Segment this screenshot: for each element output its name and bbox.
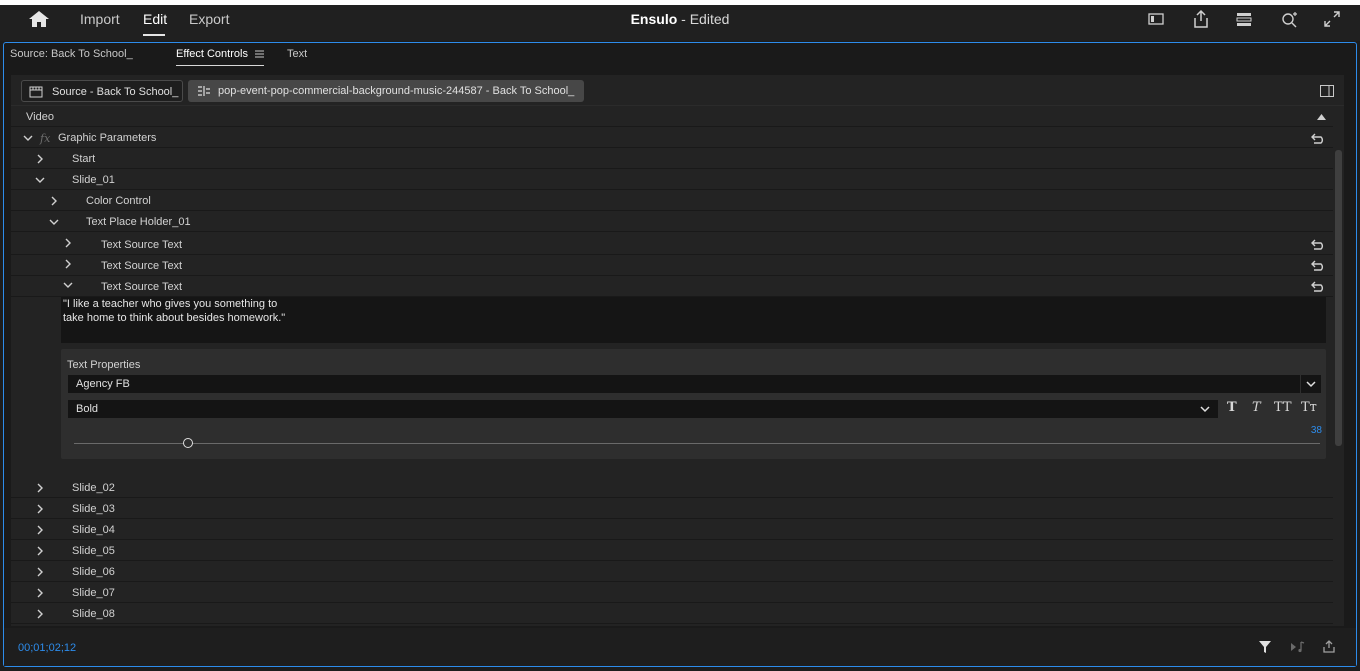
font-family-dropdown-button[interactable] [1301,375,1321,393]
font-size-value[interactable]: 38 [1306,425,1322,436]
row-slide-01-label: Slide_01 [72,174,115,186]
reset-icon[interactable] [1311,238,1327,250]
scroll-up-icon[interactable] [1317,114,1326,120]
export-frame-icon[interactable] [1322,640,1336,654]
tab-source[interactable]: Source: Back To School_ [10,48,133,60]
timecode[interactable]: 00;01;02;12 [18,642,76,654]
active-tab-underline [176,65,264,66]
chevron-right-icon[interactable] [63,238,73,248]
project-status: - Edited [681,11,730,27]
chevron-right-icon[interactable] [35,567,45,577]
row-color-control[interactable]: Color Control [11,191,1333,211]
section-video-label: Video [26,111,54,123]
chevron-right-icon[interactable] [35,609,45,619]
row-slide-01[interactable]: Slide_01 [11,170,1333,190]
chevron-right-icon[interactable] [35,154,45,164]
tab-effect-controls[interactable]: Effect Controls [176,48,248,60]
all-caps-button[interactable]: TT [1274,400,1292,415]
chevron-down-icon [1306,381,1316,388]
row-slide-02[interactable]: Slide_02 [11,478,1333,498]
row-source-text-3[interactable]: Text Source Text [11,277,1333,297]
effect-graphic-parameters[interactable]: fx Graphic Parameters [11,128,1333,148]
slide-label: Slide_02 [72,482,115,494]
row-slide-04[interactable]: Slide_04 [11,520,1333,540]
panel-tabs: Source: Back To School_ Effect Controls … [10,48,330,66]
chevron-right-icon[interactable] [35,546,45,556]
row-slide-06[interactable]: Slide_06 [11,562,1333,582]
sequence-clip-icon [198,86,210,96]
chevron-right-icon[interactable] [35,525,45,535]
slide-label: Slide_03 [72,503,115,515]
row-source-text-2-label: Text Source Text [101,260,183,272]
section-video: Video [11,107,1333,127]
font-size-slider-track[interactable] [74,443,1320,444]
quote-line-2: take home to think about besides homewor… [63,312,286,324]
slide-label: Slide_05 [72,545,115,557]
source-text-editor[interactable]: "I like a teacher who gives you somethin… [61,297,1326,343]
font-family-dropdown[interactable]: Agency FB [68,375,1300,393]
slide-label: Slide_08 [72,608,115,620]
quote-line-1: "I like a teacher who gives you somethin… [63,298,278,310]
font-style-dropdown[interactable]: Bold [68,400,1218,418]
row-text-placeholder-label: Text Place Holder_01 [86,216,191,228]
row-slide-08[interactable]: Slide_08 [11,604,1333,624]
reset-icon[interactable] [1311,259,1327,271]
active-menu-indicator [143,34,165,36]
bold-button[interactable]: T [1227,400,1237,415]
row-source-text-1[interactable]: Text Source Text [11,235,1333,255]
play-audio-icon[interactable] [1290,640,1306,654]
reset-icon[interactable] [1311,280,1327,292]
panel-footer [4,628,1356,666]
fullscreen-icon[interactable] [1322,9,1342,29]
chevron-down-icon[interactable] [35,175,45,185]
panel-layout-icon[interactable] [1320,85,1334,97]
share-icon[interactable] [1191,9,1211,29]
project-name: Ensulo [630,11,678,27]
chevron-down-icon [1200,406,1210,413]
row-source-text-1-label: Text Source Text [101,239,183,251]
row-start[interactable]: Start [11,149,1333,169]
reset-icon[interactable] [1311,132,1327,144]
workspace-icon[interactable] [1146,9,1166,29]
chevron-right-icon[interactable] [63,259,73,269]
row-slide-03[interactable]: Slide_03 [11,499,1333,519]
chevron-right-icon[interactable] [49,196,59,206]
chevron-down-icon[interactable] [23,133,33,143]
slide-label: Slide_07 [72,587,115,599]
text-properties-title: Text Properties [67,359,141,371]
clip-tab-sequence-label: pop-event-pop-commercial-background-musi… [218,85,575,97]
clip-tab-source-label: Source - Back To School_ [52,86,179,98]
clip-tab-sequence[interactable]: pop-event-pop-commercial-background-musi… [188,80,584,102]
font-size-slider-handle[interactable] [183,438,193,448]
panel-menu-icon[interactable] [255,50,264,58]
row-slide-05[interactable]: Slide_05 [11,541,1333,561]
filter-icon[interactable] [1258,640,1272,654]
small-caps-button[interactable]: Tт [1301,400,1317,415]
slide-label: Slide_04 [72,524,115,536]
quick-export-icon[interactable] [1234,9,1254,29]
font-family-value: Agency FB [76,378,130,390]
search-sparkle-icon[interactable] [1280,9,1300,29]
row-start-label: Start [72,153,96,165]
tab-text[interactable]: Text [287,48,307,60]
row-slide-07[interactable]: Slide_07 [11,583,1333,603]
scrollbar-thumb[interactable] [1335,150,1342,446]
font-style-value: Bold [76,403,99,415]
chevron-down-icon[interactable] [63,280,73,290]
slide-label: Slide_06 [72,566,115,578]
effect-label: Graphic Parameters [58,132,157,144]
chevron-down-icon[interactable] [49,217,59,227]
row-source-text-2[interactable]: Text Source Text [11,256,1333,276]
clip-tab-source[interactable]: Source - Back To School_ [21,80,183,102]
row-source-text-3-label: Text Source Text [101,281,183,293]
fx-icon: fx [40,132,51,145]
chevron-right-icon[interactable] [35,483,45,493]
row-text-placeholder[interactable]: Text Place Holder_01 [11,212,1333,232]
italic-button[interactable]: T [1252,400,1261,415]
chevron-right-icon[interactable] [35,504,45,514]
chevron-right-icon[interactable] [35,588,45,598]
row-color-control-label: Color Control [86,195,151,207]
source-clip-icon [29,86,43,98]
